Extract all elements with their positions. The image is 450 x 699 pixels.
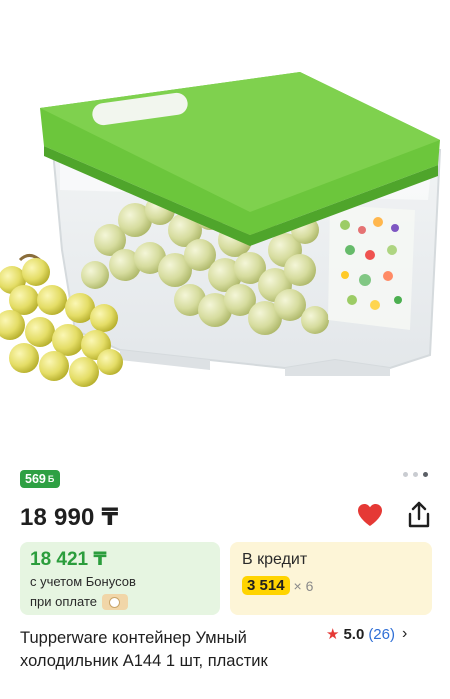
credit-installment: 3 514 × 6 — [242, 576, 420, 595]
bonus-icon: Б — [47, 474, 55, 484]
pagination-dot-active[interactable] — [423, 472, 428, 477]
product-photo — [0, 72, 442, 387]
credit-offer-card[interactable]: В кредит 3 514 × 6 — [230, 542, 432, 615]
review-count: (26) — [368, 625, 395, 643]
favorite-button[interactable] — [356, 502, 384, 528]
rating-score: 5.0 — [343, 625, 365, 643]
gallery-pagination — [403, 472, 428, 477]
bonus-price-note: с учетом Бонусов — [30, 572, 210, 592]
bonus-price-card[interactable]: 18 421 ₸ с учетом Бонусов при оплате — [20, 542, 220, 615]
bonus-price-amount: 18 421 ₸ — [30, 549, 107, 570]
pagination-dot[interactable] — [413, 472, 418, 477]
share-button[interactable] — [405, 500, 433, 530]
credit-months: × 6 — [293, 577, 314, 594]
chevron-right-icon: › — [402, 625, 408, 642]
payment-card-icon — [101, 594, 128, 610]
bonus-price-line1: с учетом Бонусов — [30, 574, 136, 589]
product-image-gallery[interactable] — [0, 0, 450, 455]
bonus-badge: 569 Б — [20, 470, 61, 488]
credit-monthly-amount: 3 514 — [242, 576, 290, 595]
product-price: 18 990 ₸ — [20, 504, 119, 531]
star-icon: ★ — [326, 626, 340, 643]
bonus-price-line2: при оплате — [30, 594, 97, 609]
product-title: Tupperware контейнер Умный холодильник А… — [20, 629, 268, 670]
vegetable-print-panel — [328, 205, 415, 330]
bonus-payment-note: при оплате — [30, 592, 210, 612]
bonus-badge-value: 569 — [25, 472, 46, 486]
share-icon — [408, 501, 430, 528]
rating-link[interactable]: ★ 5.0 (26) › — [326, 625, 407, 643]
pagination-dot[interactable] — [403, 472, 408, 477]
heart-icon — [358, 504, 382, 526]
credit-title: В кредит — [242, 551, 308, 568]
